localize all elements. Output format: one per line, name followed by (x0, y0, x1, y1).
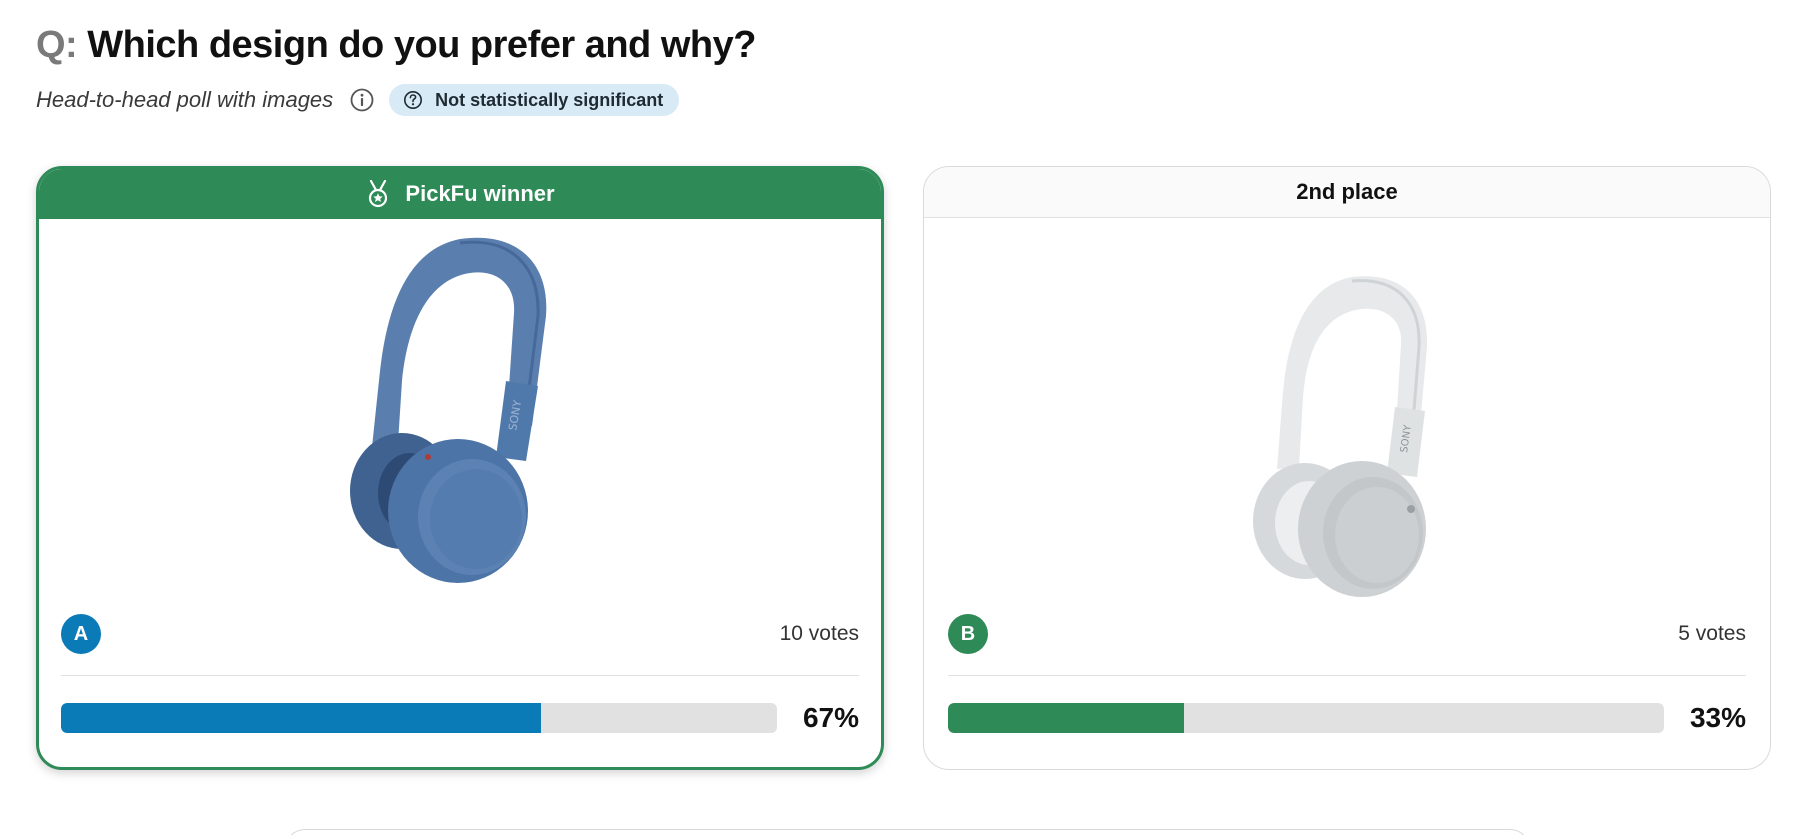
divider (61, 675, 859, 676)
progress-fill (948, 703, 1185, 733)
option-b-row: B 5 votes (948, 614, 1746, 654)
option-a-card[interactable]: PickFu winner SONY A 10 votes 67% (36, 166, 884, 770)
second-place-header: 2nd place (924, 167, 1770, 218)
next-section-edge (285, 829, 1530, 835)
question-heading: Q: Which design do you prefer and why? (36, 24, 756, 67)
info-circle-icon[interactable] (349, 87, 375, 113)
medal-icon (365, 180, 391, 208)
significance-badge-label: Not statistically significant (435, 89, 664, 110)
significance-badge[interactable]: Not statistically significant (389, 84, 680, 116)
option-letter-badge: A (61, 614, 101, 654)
option-letter-badge: B (948, 614, 988, 654)
question-prefix: Q: (36, 24, 78, 66)
vote-count: 5 votes (1678, 622, 1746, 645)
question-text: Which design do you prefer and why? (87, 24, 756, 66)
option-b-card[interactable]: 2nd place SONY B 5 votes 33% (923, 166, 1771, 770)
result-bar-row: 67% (61, 701, 859, 735)
percent-label: 33% (1689, 702, 1746, 733)
percent-label: 67% (802, 702, 859, 733)
result-bar-row: 33% (948, 701, 1746, 735)
poll-subline: Head-to-head poll with images Not statis… (36, 82, 680, 118)
poll-type-subtitle: Head-to-head poll with images (36, 87, 334, 112)
question-circle-icon (403, 90, 423, 110)
vote-count: 10 votes (779, 622, 859, 645)
progress-fill (61, 703, 541, 733)
white-headphones-image: SONY (1253, 276, 1428, 597)
winner-header: PickFu winner (39, 169, 881, 219)
progress-track (61, 703, 777, 733)
progress-track (948, 703, 1664, 733)
second-place-header-label: 2nd place (1296, 179, 1398, 204)
option-a-row: A 10 votes (61, 614, 859, 654)
option-a-image: SONY (39, 221, 881, 766)
blue-headphones-image: SONY (350, 237, 547, 583)
winner-header-label: PickFu winner (405, 181, 555, 206)
divider (948, 675, 1746, 676)
option-b-image: SONY (924, 219, 1770, 764)
